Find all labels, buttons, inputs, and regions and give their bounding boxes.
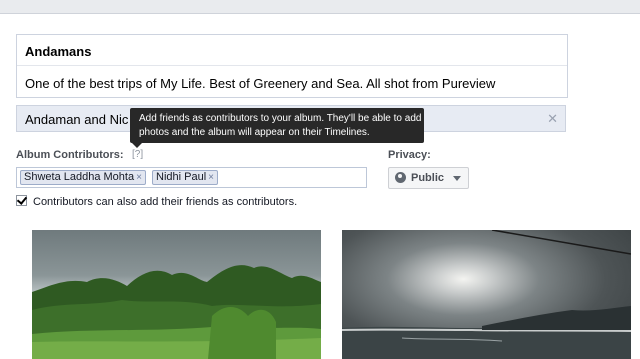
- album-info-box[interactable]: Andamans One of the best trips of My Lif…: [16, 34, 568, 98]
- top-bar: [0, 0, 640, 14]
- tooltip-arrow: [132, 143, 142, 148]
- album-title[interactable]: Andamans: [25, 44, 91, 59]
- forest-photo-image: [32, 265, 321, 359]
- contributors-permission-label[interactable]: Contributors can also add their friends …: [33, 196, 297, 208]
- contributors-permission-checkbox[interactable]: [16, 195, 27, 206]
- privacy-label: Privacy:: [388, 149, 431, 161]
- contributor-token: Shweta Laddha Mohta ×: [20, 170, 146, 185]
- tooltip-line-1: Add friends as contributors to your albu…: [139, 113, 422, 124]
- contributors-tooltip: Add friends as contributors to your albu…: [130, 108, 424, 143]
- remove-contributor-icon[interactable]: ×: [208, 172, 214, 183]
- contributor-name: Nidhi Paul: [156, 171, 207, 183]
- remove-contributor-icon[interactable]: ×: [136, 172, 142, 183]
- close-icon[interactable]: ✕: [547, 111, 558, 127]
- privacy-selector-button[interactable]: Public: [388, 167, 469, 189]
- contributor-name: Shweta Laddha Mohta: [24, 171, 135, 183]
- location-value: Andaman and Nic: [25, 112, 129, 127]
- album-description[interactable]: One of the best trips of My Life. Best o…: [25, 76, 495, 91]
- chevron-down-icon: [453, 176, 461, 181]
- help-icon[interactable]: [?]: [132, 149, 143, 160]
- tooltip-line-2: photos and the album will appear on thei…: [139, 127, 370, 138]
- album-photo[interactable]: [32, 230, 321, 359]
- contributor-token: Nidhi Paul ×: [152, 170, 218, 185]
- privacy-value: Public: [411, 172, 445, 184]
- divider: [17, 65, 567, 66]
- sea-photo-image: [342, 230, 631, 359]
- album-photo[interactable]: [342, 230, 631, 359]
- contributors-input[interactable]: Shweta Laddha Mohta × Nidhi Paul ×: [16, 167, 367, 188]
- album-contributors-label: Album Contributors:: [16, 149, 124, 161]
- globe-icon: [395, 172, 406, 183]
